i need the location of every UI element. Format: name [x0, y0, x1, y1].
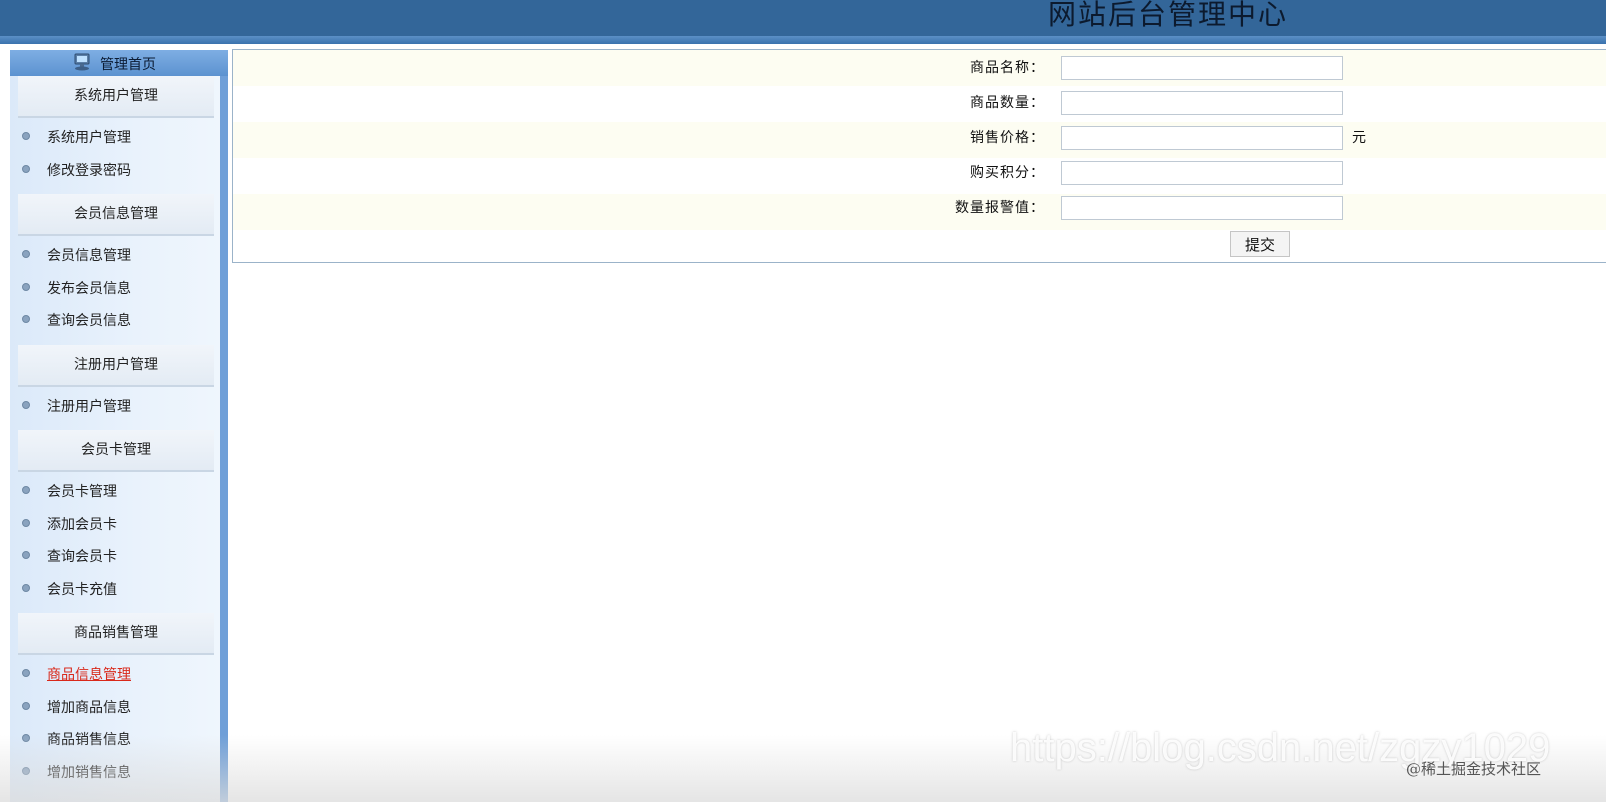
- bullet-icon: [22, 583, 30, 592]
- page-title: 网站后台管理中心: [1048, 0, 1289, 31]
- field-input[interactable]: [1061, 161, 1343, 185]
- sidebar-item[interactable]: 商品销售信息: [22, 728, 131, 752]
- product-form: 提交 商品名称： 商品数量： 销售价格： 元购买积分： 数量报警值：: [232, 49, 1606, 263]
- sidebar-item[interactable]: 查询会员信息: [22, 309, 131, 333]
- field-label: 数量报警值：: [955, 200, 1045, 216]
- sidebar-item-label: 系统用户管理: [47, 130, 131, 146]
- top-header: [0, 0, 1606, 36]
- sidebar-item[interactable]: 增加商品信息: [22, 696, 131, 720]
- field-label: 商品数量：: [970, 95, 1045, 111]
- sidebar-item-label: 注册用户管理: [47, 398, 131, 415]
- sidebar-item[interactable]: 会员信息管理: [22, 244, 131, 268]
- sidebar-item-label: 添加会员卡: [47, 516, 117, 533]
- sidebar-item-label: 增加销售信息: [47, 764, 131, 781]
- bullet-icon: [22, 164, 30, 173]
- field-label: 商品名称：: [970, 60, 1045, 76]
- field-input[interactable]: [1061, 126, 1343, 150]
- sidebar-item-label: 会员卡管理: [47, 484, 117, 500]
- field-input[interactable]: [1061, 196, 1343, 220]
- sidebar-item-label: 发布会员信息: [47, 280, 131, 297]
- sidebar-menu: 系统用户管理 系统用户管理 修改登录密码 会员信息管理 会员信息管理 发布会员信息 查询会员…: [10, 76, 220, 802]
- sidebar-item[interactable]: 添加会员卡: [22, 513, 117, 537]
- field-input[interactable]: [1061, 91, 1343, 115]
- sidebar-item[interactable]: 会员卡充值: [22, 578, 117, 602]
- bullet-icon: [22, 315, 30, 323]
- bullet-icon: [22, 766, 30, 775]
- sidebar-item-label: 商品信息管理: [47, 667, 131, 683]
- sidebar-item-label: 会员信息管理: [47, 248, 131, 264]
- sidebar-home-label: 管理首页: [100, 57, 156, 73]
- sidebar-item[interactable]: 注册用户管理: [22, 395, 131, 419]
- sidebar-item-label: 查询会员信息: [47, 313, 131, 329]
- sidebar-section-header[interactable]: 会员卡管理: [18, 430, 214, 472]
- field-label: 购买积分：: [970, 165, 1045, 181]
- header-strip: [0, 36, 1606, 44]
- bullet-icon: [22, 132, 30, 140]
- bullet-icon: [22, 734, 30, 742]
- bullet-icon: [22, 400, 30, 409]
- sidebar-item-label: 修改登录密码: [47, 162, 131, 179]
- sidebar-item-label: 查询会员卡: [47, 549, 117, 565]
- sidebar-item-label: 会员卡充值: [47, 581, 117, 598]
- sidebar-item-label: 商品销售信息: [47, 732, 131, 748]
- computer-icon: [74, 53, 90, 71]
- sidebar-item[interactable]: 会员卡管理: [22, 480, 117, 504]
- watermark-site: @稀土掘金技术社区: [1406, 760, 1542, 778]
- bullet-icon: [22, 551, 30, 559]
- field-label: 销售价格：: [970, 130, 1045, 146]
- bullet-icon: [22, 518, 30, 527]
- sidebar-home-link[interactable]: 管理首页: [10, 50, 228, 76]
- field-input[interactable]: [1061, 56, 1343, 80]
- bullet-icon: [22, 250, 30, 258]
- sidebar-item-label: 增加商品信息: [47, 699, 131, 716]
- bullet-icon: [22, 282, 30, 291]
- sidebar-item[interactable]: 系统用户管理: [22, 126, 131, 150]
- sidebar: 管理首页 系统用户管理 系统用户管理 修改登录密码 会员信息管理 会员信息管理 发布会员信…: [10, 50, 228, 802]
- sidebar-section-header[interactable]: 系统用户管理: [18, 76, 214, 118]
- sidebar-item[interactable]: 修改登录密码: [22, 159, 131, 183]
- sidebar-section-header[interactable]: 商品销售管理: [18, 613, 214, 655]
- sidebar-section-header[interactable]: 会员信息管理: [18, 194, 214, 236]
- bullet-icon: [22, 701, 30, 710]
- sidebar-item[interactable]: 增加销售信息: [22, 761, 131, 785]
- sidebar-item[interactable]: 发布会员信息: [22, 277, 131, 301]
- sidebar-item[interactable]: 商品信息管理: [22, 663, 131, 687]
- unit-label: 元: [1352, 130, 1366, 146]
- sidebar-section-header[interactable]: 注册用户管理: [18, 344, 214, 387]
- bullet-icon: [22, 486, 30, 494]
- submit-button[interactable]: 提交: [1230, 231, 1290, 257]
- bullet-icon: [22, 669, 30, 677]
- sidebar-item[interactable]: 查询会员卡: [22, 545, 117, 569]
